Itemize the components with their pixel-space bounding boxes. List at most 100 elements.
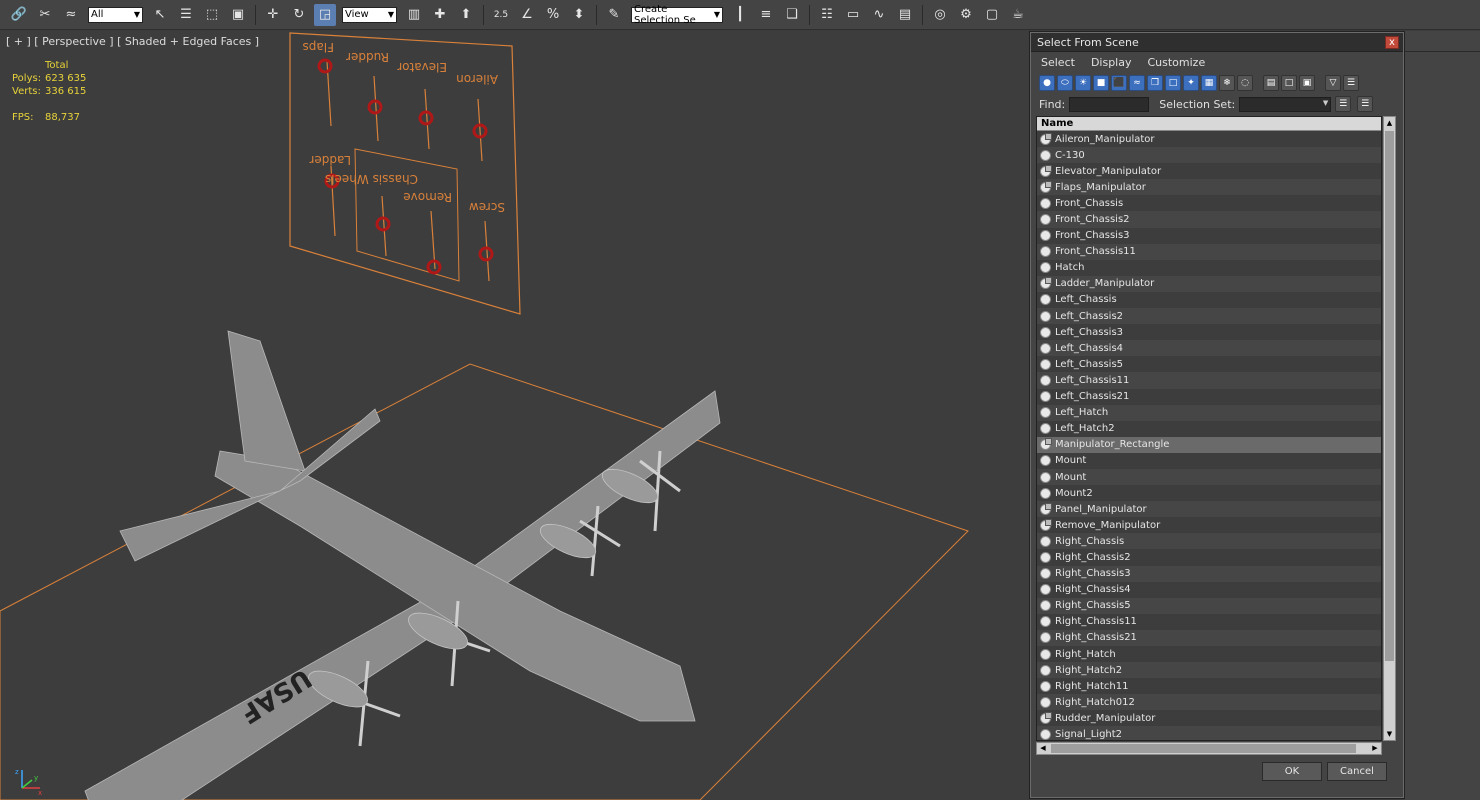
camera-filter-icon[interactable]: ■ xyxy=(1093,75,1109,91)
list-item[interactable]: Panel_Manipulator xyxy=(1037,501,1381,518)
menu-select[interactable]: Select xyxy=(1041,56,1075,69)
scroll-right-icon[interactable]: ▶ xyxy=(1369,743,1381,754)
list-item[interactable]: Right_Hatch2 xyxy=(1037,662,1381,679)
bind-spacewarp-icon[interactable]: ≈ xyxy=(60,4,82,26)
menu-customize[interactable]: Customize xyxy=(1147,56,1205,69)
ok-button[interactable]: OK xyxy=(1262,762,1322,781)
spinner-snap-icon[interactable]: ⬍ xyxy=(568,4,590,26)
list-item[interactable]: Right_Chassis4 xyxy=(1037,581,1381,598)
xref-filter-icon[interactable]: □ xyxy=(1165,75,1181,91)
close-icon[interactable]: x xyxy=(1385,36,1399,49)
list-item[interactable]: Left_Chassis5 xyxy=(1037,356,1381,373)
list-item[interactable]: Left_Chassis4 xyxy=(1037,340,1381,357)
list-item[interactable]: Left_Hatch xyxy=(1037,404,1381,421)
pivot-icon[interactable]: ▥ xyxy=(403,4,425,26)
list-item[interactable]: Right_Chassis11 xyxy=(1037,613,1381,630)
list-item[interactable]: Signal_Light2 xyxy=(1037,726,1381,740)
viewport-label[interactable]: [ + ] [ Perspective ] [ Shaded + Edged F… xyxy=(6,35,259,48)
cancel-button[interactable]: Cancel xyxy=(1327,762,1387,781)
render-icon[interactable]: ☕ xyxy=(1007,4,1029,26)
list-item[interactable]: Ladder_Manipulator xyxy=(1037,275,1381,292)
list-item[interactable]: Mount xyxy=(1037,468,1381,486)
shape-filter-icon[interactable]: ⬭ xyxy=(1057,75,1073,91)
dialog-titlebar[interactable]: Select From Scene x xyxy=(1031,33,1403,52)
list-item[interactable]: Front_Chassis11 xyxy=(1037,243,1381,260)
percent-snap-icon[interactable]: % xyxy=(542,4,564,26)
ribbon-icon[interactable]: ▭ xyxy=(842,4,864,26)
scroll-down-icon[interactable]: ▼ xyxy=(1384,728,1395,740)
list-item[interactable]: Right_Chassis5 xyxy=(1037,597,1381,614)
perspective-viewport[interactable]: Flaps Rudder Elevator Aileron Ladder Cha… xyxy=(0,31,1030,800)
column-header-name[interactable]: Name xyxy=(1037,117,1381,131)
select-icon[interactable]: ↖ xyxy=(149,4,171,26)
menu-display[interactable]: Display xyxy=(1091,56,1132,69)
filter-options-icon[interactable]: ☰ xyxy=(1343,75,1359,91)
list-item[interactable]: Right_Chassis3 xyxy=(1037,565,1381,582)
add-selection-set-icon[interactable]: ☰ xyxy=(1335,96,1352,112)
list-item[interactable]: Right_Chassis21 xyxy=(1037,629,1381,646)
geometry-filter-icon[interactable]: ● xyxy=(1039,75,1055,91)
list-item[interactable]: Left_Chassis2 xyxy=(1037,308,1381,325)
mirror-icon[interactable]: ┃ xyxy=(729,4,751,26)
horizontal-scroll-thumb[interactable] xyxy=(1051,744,1356,753)
curve-editor-icon[interactable]: ∿ xyxy=(868,4,890,26)
find-input[interactable] xyxy=(1069,96,1150,112)
list-item[interactable]: Right_Chassis2 xyxy=(1037,549,1381,566)
snap-icon[interactable]: 2.5 xyxy=(490,4,512,26)
scroll-left-icon[interactable]: ◀ xyxy=(1037,743,1049,754)
list-item[interactable]: Right_Hatch11 xyxy=(1037,678,1381,695)
rendered-frame-icon[interactable]: ▢ xyxy=(981,4,1003,26)
remove-selection-set-icon[interactable]: ☰ xyxy=(1357,96,1374,112)
object-list[interactable]: Name Aileron_Manipulator C-130 Elevator_Ma… xyxy=(1036,116,1382,741)
selection-filter-dropdown[interactable]: All ▼ xyxy=(88,6,143,23)
edit-named-selection-icon[interactable]: ✎ xyxy=(603,4,625,26)
spacewarp-filter-icon[interactable]: ≈ xyxy=(1129,75,1145,91)
scene-explorer-icon[interactable]: ☷ xyxy=(816,4,838,26)
named-selection-dropdown[interactable]: Create Selection Se ▼ xyxy=(631,4,723,26)
list-item[interactable]: Left_Chassis3 xyxy=(1037,324,1381,341)
list-item[interactable]: Left_Hatch2 xyxy=(1037,420,1381,437)
reference-coordinate-dropdown[interactable]: View ▼ xyxy=(342,6,397,23)
align-icon[interactable]: ≡ xyxy=(755,4,777,26)
list-item[interactable]: Left_Chassis11 xyxy=(1037,372,1381,389)
list-item[interactable]: Rudder_Manipulator xyxy=(1037,710,1381,727)
hidden-filter-icon[interactable]: ◌ xyxy=(1237,75,1253,91)
move-icon[interactable]: ✛ xyxy=(262,4,284,26)
rect-region-icon[interactable]: ⬚ xyxy=(201,4,223,26)
layer-icon[interactable]: ❑ xyxy=(781,4,803,26)
helper-filter-icon[interactable]: ⬛ xyxy=(1111,75,1127,91)
list-item[interactable]: Left_Chassis21 xyxy=(1037,388,1381,405)
frozen-filter-icon[interactable]: ❄ xyxy=(1219,75,1235,91)
select-all-icon[interactable]: ▤ xyxy=(1263,75,1279,91)
list-item[interactable]: Mount xyxy=(1037,452,1381,469)
list-item[interactable]: Front_Chassis3 xyxy=(1037,227,1381,244)
light-filter-icon[interactable]: ☀ xyxy=(1075,75,1091,91)
selection-set-dropdown[interactable]: ▼ xyxy=(1239,96,1332,112)
list-item[interactable]: Hatch xyxy=(1037,259,1381,276)
list-item[interactable]: Right_Hatch012 xyxy=(1037,694,1381,711)
scale-icon[interactable]: ◲ xyxy=(314,3,336,26)
bone-filter-icon[interactable]: ✦ xyxy=(1183,75,1199,91)
filter-icon[interactable]: ▽ xyxy=(1325,75,1341,91)
angle-snap-icon[interactable]: ∠ xyxy=(516,4,538,26)
list-item[interactable]: Elevator_Manipulator xyxy=(1037,163,1381,180)
select-by-name-icon[interactable]: ☰ xyxy=(175,4,197,26)
group-filter-icon[interactable]: ❐ xyxy=(1147,75,1163,91)
list-item[interactable]: Right_Hatch xyxy=(1037,646,1381,663)
vertical-scroll-thumb[interactable] xyxy=(1385,131,1394,661)
list-item[interactable]: Flaps_Manipulator xyxy=(1037,179,1381,196)
unlink-icon[interactable]: ✂ xyxy=(34,4,56,26)
list-item[interactable]: Front_Chassis2 xyxy=(1037,211,1381,228)
container-filter-icon[interactable]: ▦ xyxy=(1201,75,1217,91)
select-invert-icon[interactable]: ▣ xyxy=(1299,75,1315,91)
render-setup-icon[interactable]: ⚙ xyxy=(955,4,977,26)
list-item[interactable]: Aileron_Manipulator xyxy=(1037,131,1381,148)
material-editor-icon[interactable]: ◎ xyxy=(929,4,951,26)
horizontal-scrollbar[interactable]: ◀ ▶ xyxy=(1036,742,1382,755)
list-item[interactable]: Front_Chassis xyxy=(1037,195,1381,212)
schematic-icon[interactable]: ▤ xyxy=(894,4,916,26)
list-item[interactable]: C-130 xyxy=(1037,147,1381,164)
select-none-icon[interactable]: □ xyxy=(1281,75,1297,91)
vertical-scrollbar[interactable]: ▲ ▼ xyxy=(1383,116,1396,741)
link-icon[interactable]: 🔗 xyxy=(8,4,30,26)
